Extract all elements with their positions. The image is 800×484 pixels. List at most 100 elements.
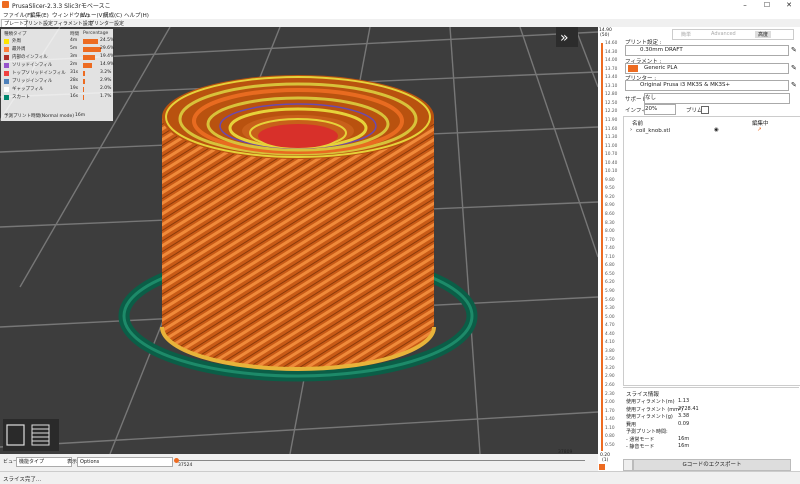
object-name[interactable]: coil_knob.stl — [636, 128, 670, 134]
layer-tick: 12.20 — [605, 109, 618, 115]
view-type-select[interactable]: 機能タイプ — [16, 457, 72, 467]
tab-printer-settings[interactable]: プリンター設定 — [87, 20, 126, 27]
legend-bar — [83, 79, 85, 84]
legend-time: 28s — [70, 78, 79, 83]
legend-time: 4m — [70, 38, 78, 43]
layer-tick: 3.50 — [605, 357, 615, 363]
layer-tick: 10.70 — [605, 152, 618, 158]
layer-slider-track[interactable] — [601, 43, 603, 451]
slice-info-value: 16m — [678, 443, 690, 449]
edit-object-icon[interactable]: ↗ — [757, 127, 762, 133]
edit-printer-icon[interactable]: ✎ — [791, 81, 797, 89]
layer-tick: 4.70 — [605, 323, 615, 329]
layer-tick: 12.80 — [605, 92, 618, 98]
lock-icon[interactable] — [599, 464, 605, 470]
legend-bar — [83, 71, 85, 76]
slice-info-panel: スライス情報 使用フィラメント(m) 1.13 使用フィラメント (mm³) 2728… — [623, 387, 799, 456]
legend-row[interactable]: 最外周 5m 29.6% — [4, 46, 114, 54]
menu-view[interactable]: ビュー(V) — [80, 11, 105, 19]
layer-slider[interactable]: 14.90 (50) 14.60 14.30 14.00 13.70 13.40 13.1… — [598, 27, 622, 471]
legend-bar — [83, 63, 92, 68]
legend-swatch — [4, 95, 9, 100]
slice-info-value: 16m — [678, 435, 690, 442]
layer-tick: 13.10 — [605, 83, 618, 89]
legend-bar — [83, 95, 85, 100]
legend-time: 3m — [70, 54, 78, 59]
layer-view-toolbar — [3, 419, 59, 451]
menu-edit[interactable]: 編集(E) — [30, 11, 49, 19]
legend-name: 最外周 — [12, 47, 26, 52]
mode-switch: 簡単 Advanced 高度 — [672, 29, 794, 40]
mode-simple[interactable]: 簡単 — [681, 31, 691, 38]
tab-print-settings[interactable]: プリント設定 — [21, 20, 55, 27]
slice-info-key: 予測プリント時間: — [626, 429, 668, 435]
legend-row[interactable]: スカート 16s 1.7% — [4, 94, 112, 102]
layer-tick: 11.90 — [605, 117, 618, 123]
layer-tick: 1.10 — [605, 425, 615, 431]
layer-tick: 6.80 — [605, 263, 615, 269]
legend-name: ブリッジインフィル — [12, 79, 53, 84]
eye-icon[interactable]: ◉ — [714, 127, 719, 133]
layer-tick: 11.00 — [605, 143, 618, 149]
legend-time: 2m — [70, 62, 78, 67]
mode-expert[interactable]: 高度 — [755, 31, 772, 38]
menu-config[interactable]: 構成(C) — [103, 11, 122, 19]
object-expand-icon[interactable]: › — [630, 127, 632, 133]
layer-tick: 1.40 — [605, 417, 615, 423]
legend-bar — [83, 39, 98, 44]
legend-name: トップソリッドインフィル — [12, 71, 66, 76]
legend-row[interactable]: ソリッドインフィル 2m 14.9% — [4, 62, 114, 70]
legend-header-percentage: Percentage — [83, 31, 109, 36]
print-settings-select[interactable]: 0.30mm DRAFT — [625, 45, 789, 56]
menu-file[interactable]: ファイル(F) — [3, 11, 32, 19]
layer-tick: 7.70 — [605, 237, 615, 243]
slice-info-title: スライス情報 — [626, 392, 659, 398]
menu-help[interactable]: ヘルプ(H) — [124, 11, 149, 19]
layer-tick: 3.20 — [605, 365, 615, 371]
layer-bottom-index: (1) — [602, 458, 609, 463]
legend-swatch — [4, 39, 9, 44]
layer-tick: 8.60 — [605, 212, 615, 217]
close-icon[interactable]: ✕ — [778, 0, 800, 10]
minimize-icon[interactable]: – — [734, 0, 756, 10]
layer-tick: 5.30 — [605, 306, 615, 312]
legend-name: ギャップフィル — [12, 87, 44, 92]
horizontal-slider-track[interactable] — [175, 460, 585, 461]
slice-info-value: 1.13 — [678, 398, 690, 404]
maximize-icon[interactable]: ☐ — [756, 0, 778, 10]
app-icon — [2, 1, 9, 8]
legend-estimate-value: 16m — [75, 113, 86, 118]
export-gcode-button[interactable]: Gコードのエクスポート — [633, 459, 791, 471]
layer-tick: 8.90 — [605, 203, 615, 209]
edit-filament-icon[interactable]: ✎ — [791, 64, 797, 72]
menu-bar: ファイル(F) 編集(E) ウィンドウ(W) ビュー(V) 構成(C) ヘルプ(… — [0, 10, 800, 19]
filament-select[interactable]: Generic PLA — [625, 63, 789, 74]
infill-select[interactable]: 20% — [644, 104, 676, 115]
legend-percentage: 2.0% — [100, 86, 112, 91]
legend-row[interactable]: 外周 4m 24.5% — [4, 38, 114, 46]
layer-tick: 7.10 — [605, 254, 615, 260]
sidebar: 簡単 Advanced 高度 プリント設定 : 0.30mm DRAFT ✎ フ… — [622, 27, 800, 471]
layer-top-index: (50) — [600, 33, 610, 38]
legend-header-time: 時間 — [70, 32, 79, 37]
mode-advanced[interactable]: Advanced — [711, 31, 736, 37]
filament-color-swatch[interactable] — [628, 65, 638, 72]
status-text: スライス完了... — [3, 477, 42, 483]
support-select[interactable]: なし — [644, 93, 790, 104]
legend-row[interactable]: 内部のインフィル 3m 19.4% — [4, 54, 114, 62]
layer-tick: 2.90 — [605, 374, 615, 380]
edit-print-icon[interactable]: ✎ — [791, 46, 797, 54]
legend-row[interactable]: ギャップフィル 19s 2.0% — [4, 86, 112, 94]
slice-info-value: 3.38 — [678, 413, 690, 419]
col-name: 名前 — [632, 121, 644, 127]
sidebar-collapse-icon[interactable] — [623, 459, 633, 471]
brim-checkbox[interactable] — [701, 106, 709, 114]
legend-row[interactable]: トップソリッドインフィル 31s 3.2% — [4, 70, 112, 78]
collapse-sidebar-icon[interactable]: » — [560, 30, 569, 46]
legend-row[interactable]: ブリッジインフィル 28s 2.9% — [4, 78, 112, 86]
legend-time: 5m — [70, 46, 78, 51]
h-slider-left-value: 37524 — [178, 463, 193, 468]
printer-select[interactable]: Original Prusa i3 MK3S & MK3S+ — [625, 80, 789, 91]
show-options-select[interactable]: Options — [77, 457, 173, 467]
layer-tick: 12.50 — [605, 100, 618, 106]
